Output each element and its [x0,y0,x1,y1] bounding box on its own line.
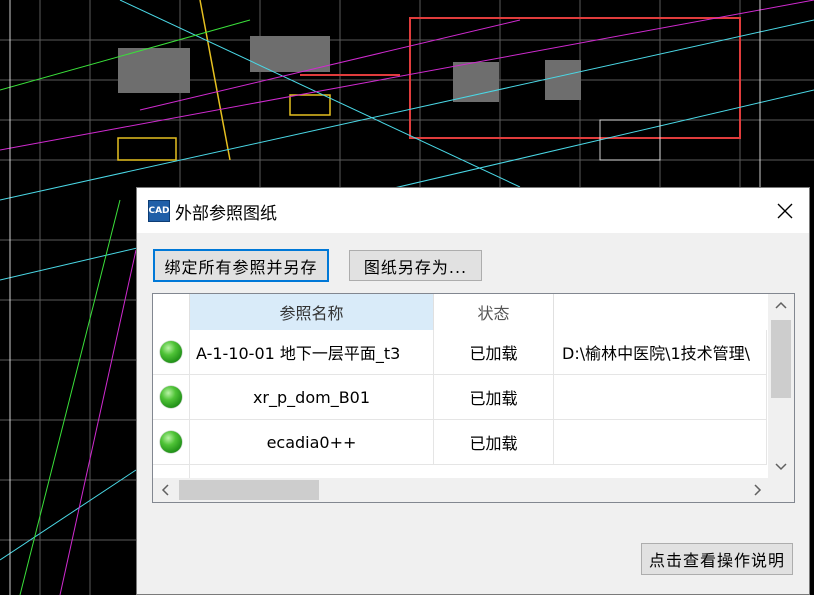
column-header-name[interactable]: 参照名称 [190,294,434,330]
chevron-down-icon [775,463,787,471]
status-cell [153,420,190,464]
vertical-scroll-thumb[interactable] [771,320,791,398]
green-dot-icon [160,386,182,408]
horizontal-scrollbar[interactable] [153,478,770,502]
green-dot-icon [160,341,182,363]
column-header-path[interactable] [554,294,767,330]
chevron-right-icon [754,484,762,496]
scrollbar-corner [768,478,794,502]
scroll-up-button[interactable] [768,294,794,316]
external-reference-dialog: CAD 外部参照图纸 绑定所有参照并另存 图纸另存为... 参照名称 状态 A-… [136,187,810,595]
reference-name-cell: xr_p_dom_B01 [190,375,434,419]
reference-state-cell: 已加载 [434,330,554,374]
green-dot-icon [160,431,182,453]
column-header-icon[interactable] [153,294,190,330]
dialog-titlebar[interactable]: CAD 外部参照图纸 [137,188,809,233]
close-button[interactable] [761,188,809,233]
reference-state-cell: 已加载 [434,375,554,419]
bind-all-and-save-button[interactable]: 绑定所有参照并另存 [153,249,329,282]
save-drawing-as-button[interactable]: 图纸另存为... [349,250,482,281]
chevron-left-icon [161,484,169,496]
reference-path-cell [554,420,767,464]
reference-path-cell [554,375,767,419]
table-row[interactable]: ecadia0++ 已加载 [153,420,767,465]
chevron-up-icon [775,301,787,309]
table-header: 参照名称 状态 [153,294,767,330]
status-cell [153,375,190,419]
column-header-status[interactable]: 状态 [434,294,554,330]
reference-table: 参照名称 状态 A-1-10-01 地下一层平面_t3 已加载 D:\榆林中医院… [152,293,795,503]
table-row[interactable]: A-1-10-01 地下一层平面_t3 已加载 D:\榆林中医院\1技术管理\ [153,330,767,375]
status-cell [153,330,190,374]
dialog-title: 外部参照图纸 [175,204,277,224]
close-icon [777,203,793,218]
scroll-down-button[interactable] [768,456,794,478]
help-instructions-button[interactable]: 点击查看操作说明 [641,543,793,575]
scroll-left-button[interactable] [153,478,177,502]
app-logo-icon: CAD [148,200,170,222]
scroll-right-button[interactable] [746,478,770,502]
reference-path-cell: D:\榆林中医院\1技术管理\ [554,330,767,374]
reference-name-cell: A-1-10-01 地下一层平面_t3 [190,330,434,374]
reference-name-cell: ecadia0++ [190,420,434,464]
vertical-scrollbar[interactable] [768,294,794,478]
reference-state-cell: 已加载 [434,420,554,464]
table-row[interactable]: xr_p_dom_B01 已加载 [153,375,767,420]
horizontal-scroll-thumb[interactable] [179,480,319,500]
